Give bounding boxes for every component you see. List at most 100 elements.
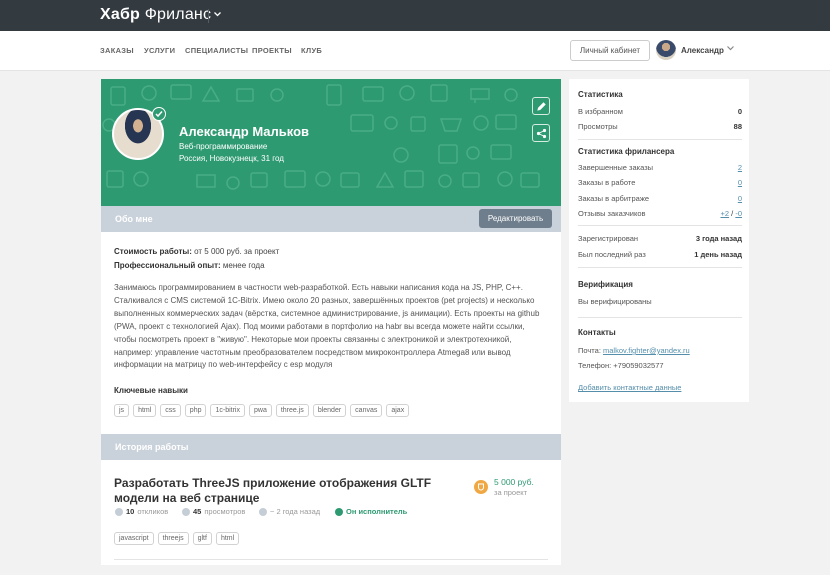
top-bar: Хабр Фриланс <box>0 0 830 31</box>
stat-reviews: Отзывы заказчиков +2 / -0 <box>578 209 742 218</box>
skill-tag[interactable]: canvas <box>350 404 383 417</box>
skill-tag[interactable]: php <box>184 404 207 417</box>
skill-tag[interactable]: html <box>133 404 157 417</box>
order-price: 5 000 руб. <box>494 477 534 487</box>
divider <box>578 225 742 226</box>
history-section-header: История работы <box>101 434 561 460</box>
skill-tag[interactable]: pwa <box>249 404 272 417</box>
chevron-down-icon <box>214 12 221 17</box>
bolt-icon <box>335 507 343 516</box>
executor-meta: Он исполнитель <box>335 507 407 516</box>
contact-email: Почта: malkov.fighter@yandex.ru <box>578 346 742 355</box>
contact-phone: Телефон: +79059032577 <box>578 361 742 370</box>
price-icon <box>474 480 488 494</box>
order-tag[interactable]: javascript <box>114 532 154 545</box>
reviews-separator: / <box>731 209 734 218</box>
about-title: Обо мне <box>115 214 153 224</box>
stat-value-link[interactable]: 0 <box>738 178 742 187</box>
reviews-positive-link[interactable]: +2 <box>720 209 729 218</box>
divider <box>578 267 742 268</box>
stat-label: Заказы в арбитраже <box>578 194 650 203</box>
add-contacts-link[interactable]: Добавить контактные данные <box>578 383 742 392</box>
divider <box>114 559 548 560</box>
skill-tag[interactable]: blender <box>312 404 347 417</box>
eye-icon <box>182 507 190 516</box>
nav-services[interactable]: УСЛУГИ <box>144 46 175 55</box>
order-tag[interactable]: gltf <box>192 532 212 545</box>
nav-club[interactable]: КЛУБ <box>301 46 322 55</box>
history-title: История работы <box>115 442 189 452</box>
phone-value: +79059032577 <box>613 361 664 370</box>
stat-arbitration: Заказы в арбитраже 0 <box>578 194 742 203</box>
avatar[interactable] <box>656 40 676 60</box>
reviews-negative-link[interactable]: -0 <box>735 209 742 218</box>
stat-label: Зарегистрирован <box>578 234 639 243</box>
comment-icon <box>115 507 123 516</box>
skills-list: js html css php 1c-bitrix pwa three.js b… <box>114 404 410 417</box>
verification-title: Верификация <box>578 280 633 289</box>
skill-tag[interactable]: 1c-bitrix <box>210 404 245 417</box>
order-title-link[interactable]: Разработать ThreeJS приложение отображен… <box>114 476 464 506</box>
profile-name: Александр Мальков <box>179 124 310 139</box>
phone-label: Телефон: <box>578 361 612 370</box>
contacts-title: Контакты <box>578 328 616 337</box>
user-name[interactable]: Александр <box>681 46 724 55</box>
responses-label: откликов <box>137 507 169 516</box>
stat-value: 3 года назад <box>695 234 742 243</box>
cost-label: Стоимость работы: <box>114 247 192 256</box>
stat-value-link[interactable]: 2 <box>738 163 742 172</box>
logo-sub: Фриланс <box>144 6 212 23</box>
edit-profile-button[interactable] <box>532 97 550 115</box>
stat-completed: Завершенные заказы 2 <box>578 163 742 172</box>
divider <box>578 139 742 140</box>
responses-count: 10 <box>126 507 135 516</box>
experience-value: менее года <box>222 261 265 270</box>
profile-location: Россия, Новокузнецк, 31 год <box>179 154 284 163</box>
skill-tag[interactable]: ajax <box>386 404 410 417</box>
stat-in-progress: Заказы в работе 0 <box>578 178 742 187</box>
order-tags: javascript threejs gltf html <box>114 532 240 545</box>
views-label: просмотров <box>204 507 246 516</box>
stat-label: Был последний раз <box>578 250 646 259</box>
views-meta: 45 просмотров <box>182 507 245 516</box>
reviews-values: +2 / -0 <box>720 209 742 218</box>
share-button[interactable] <box>532 124 550 142</box>
profile-specialization: Веб-программирование <box>179 142 268 151</box>
cover-pattern <box>102 84 540 190</box>
logo[interactable]: Хабр Фриланс <box>100 6 211 24</box>
nav-orders[interactable]: ЗАКАЗЫ <box>100 46 134 55</box>
stat-value: 0 <box>737 107 742 116</box>
add-contacts-label[interactable]: Добавить контактные данные <box>578 383 681 392</box>
skill-tag[interactable]: css <box>160 404 181 417</box>
stat-label: Просмотры <box>578 122 618 131</box>
order-tag[interactable]: threejs <box>157 532 189 545</box>
order-time: ~ 2 года назад <box>270 507 321 516</box>
verified-badge-icon <box>152 107 166 121</box>
about-text: Занимаюсь программированием в частности … <box>114 283 540 370</box>
order-tag[interactable]: html <box>215 532 240 545</box>
skill-tag[interactable]: three.js <box>275 404 309 417</box>
clock-icon <box>259 507 267 516</box>
cost-value: от 5 000 руб. за проект <box>194 247 280 256</box>
sidebar: Статистика В избранном 0 Просмотры 88 Ст… <box>569 79 749 402</box>
cabinet-button[interactable]: Личный кабинет <box>570 40 650 61</box>
nav-projects[interactable]: ПРОЕКТЫ <box>252 46 292 55</box>
profile-cover: Александр Мальков Веб-программирование Р… <box>101 79 561 206</box>
cost-field: Стоимость работы: от 5 000 руб. за проек… <box>114 247 279 256</box>
chevron-down-icon[interactable] <box>727 46 734 51</box>
edit-button[interactable]: Редактировать <box>479 209 552 228</box>
stat-value-link[interactable]: 0 <box>738 194 742 203</box>
experience-field: Профессиональный опыт: менее года <box>114 261 265 270</box>
order-price-note: за проект <box>494 488 528 497</box>
skill-tag[interactable]: js <box>114 404 130 417</box>
stat-value: 88 <box>733 122 742 131</box>
services-dropdown[interactable] <box>208 9 222 23</box>
stat-value: 1 день назад <box>694 250 742 259</box>
freelancer-stats-title: Статистика фрилансера <box>578 147 675 156</box>
nav-specialists[interactable]: СПЕЦИАЛИСТЫ <box>185 46 248 55</box>
email-link[interactable]: malkov.fighter@yandex.ru <box>603 346 690 355</box>
stat-label: Отзывы заказчиков <box>578 209 646 218</box>
profile-card: Александр Мальков Веб-программирование Р… <box>101 79 561 565</box>
stat-label: В избранном <box>578 107 623 116</box>
pencil-icon <box>537 102 546 111</box>
